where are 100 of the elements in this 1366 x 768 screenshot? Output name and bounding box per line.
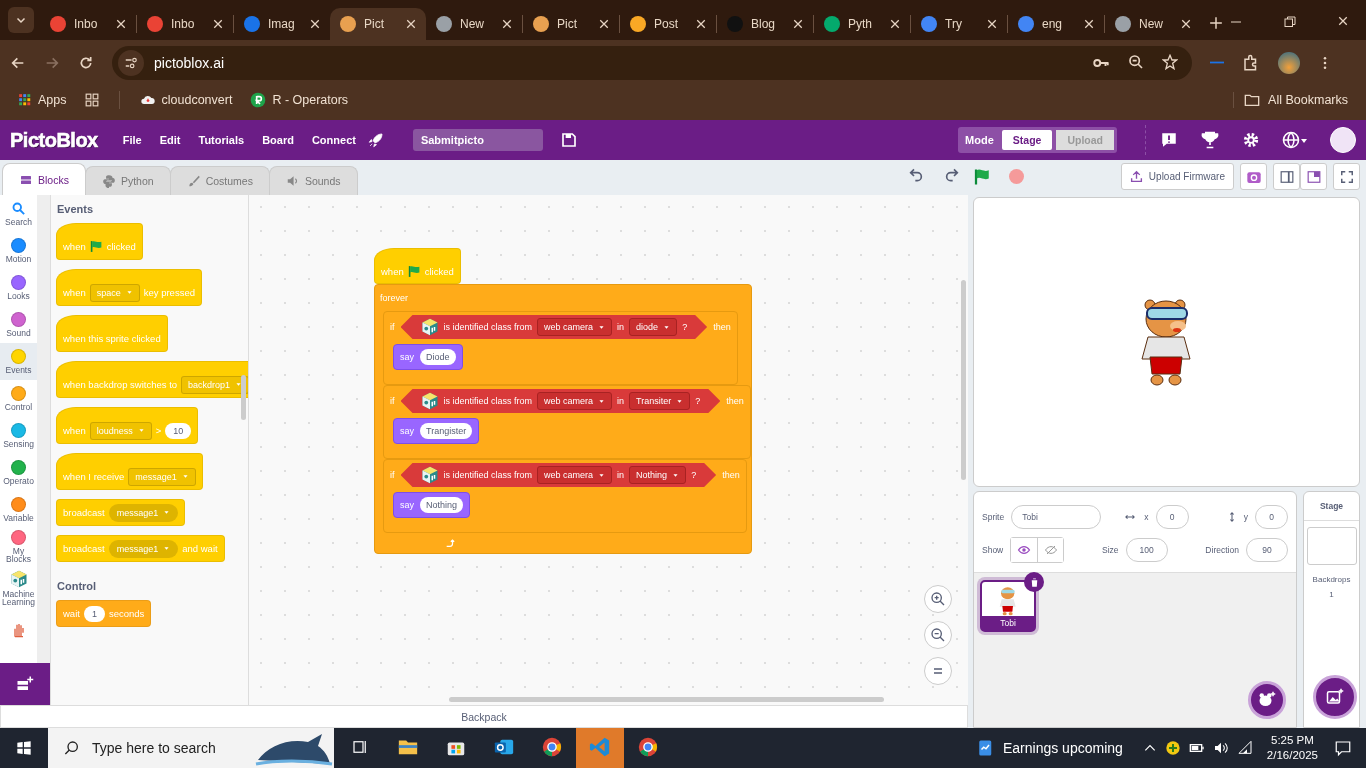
- block-label: say: [400, 352, 414, 362]
- block-dropdown[interactable]: web camera: [537, 466, 613, 484]
- add-backdrop-button[interactable]: [1313, 675, 1357, 719]
- block-dropdown[interactable]: web camera: [537, 318, 613, 336]
- browser-tab[interactable]: Pict: [330, 8, 426, 40]
- browser-tab[interactable]: Inbo: [137, 8, 233, 40]
- block-dropdown[interactable]: Nothing: [629, 466, 687, 484]
- category-item[interactable]: Control: [0, 380, 37, 417]
- close-icon: [116, 19, 126, 29]
- site-icon: [1115, 16, 1131, 32]
- text-input[interactable]: Diode: [420, 349, 456, 365]
- block-dropdown[interactable]: diode: [629, 318, 678, 336]
- zoom-reset-button[interactable]: [924, 657, 952, 685]
- zoom-out-icon: [930, 627, 946, 643]
- browser-tab[interactable]: Pyth: [814, 8, 910, 40]
- forever-block[interactable]: [374, 284, 752, 554]
- say-block[interactable]: say Diode: [393, 344, 463, 370]
- browser-tab[interactable]: New: [426, 8, 522, 40]
- browser-tab[interactable]: Inbo: [40, 8, 136, 40]
- say-block[interactable]: say Trangister: [393, 418, 480, 444]
- cube-icon: [420, 466, 439, 484]
- block-dropdown[interactable]: web camera: [537, 392, 613, 410]
- news-widget-text[interactable]: Earnings upcoming: [1002, 740, 1123, 756]
- browser-tab[interactable]: Try: [911, 8, 1007, 40]
- tab-list-button[interactable]: [8, 7, 34, 33]
- condition-block[interactable]: is identified class from web camera in Transiter ?: [400, 389, 721, 413]
- category-item[interactable]: Operato: [0, 454, 37, 491]
- large-stage-button[interactable]: [1300, 163, 1327, 190]
- add-sprite-button[interactable]: [1248, 681, 1286, 719]
- bookmark-link[interactable]: Apps: [38, 93, 67, 107]
- profile-avatar[interactable]: [1278, 51, 1300, 74]
- menu-item[interactable]: Tutorials: [191, 130, 252, 150]
- close-icon: [213, 19, 223, 29]
- number-input[interactable]: 10: [165, 422, 192, 439]
- backpack-bar[interactable]: Backpack: [0, 705, 968, 728]
- menu-item[interactable]: Connect: [304, 130, 363, 150]
- grid-icon: [84, 93, 99, 107]
- say-block[interactable]: say Nothing: [393, 492, 471, 518]
- condition-block[interactable]: is identified class from web camera in Nothing ?: [400, 463, 717, 487]
- browser-tab[interactable]: eng: [1008, 8, 1104, 40]
- browser-tab[interactable]: Blog: [717, 8, 813, 40]
- cube-icon: [9, 569, 28, 588]
- scrollbar[interactable]: [449, 697, 884, 702]
- category-item[interactable]: My Blocks: [0, 528, 37, 565]
- user-avatar[interactable]: [1330, 127, 1356, 153]
- if-block[interactable]: if is identified class from web camera in Transiter ? then say Trangister: [383, 385, 751, 459]
- number-input[interactable]: 1: [83, 605, 105, 622]
- site-icon: [727, 16, 743, 32]
- editor-tab[interactable]: Blocks: [2, 163, 86, 195]
- small-stage-button[interactable]: [1273, 163, 1300, 190]
- browser-tab[interactable]: New: [1105, 8, 1201, 40]
- wifi-icon: [1236, 740, 1253, 756]
- if-block[interactable]: if is identified class from web camera in Nothing ? then say Nothing: [383, 459, 747, 533]
- stack-block[interactable]: wait 1 seconds: [56, 600, 152, 627]
- stage-panel[interactable]: Stage Backdrops 1: [1303, 491, 1360, 728]
- zoom-out-button[interactable]: [924, 621, 952, 649]
- text-input[interactable]: Trangister: [420, 423, 473, 439]
- category-item[interactable]: Events: [0, 343, 37, 380]
- delete-button[interactable]: [1024, 572, 1044, 592]
- blocks-icon: [19, 173, 33, 186]
- equals-icon: [932, 665, 944, 677]
- address-bar[interactable]: pictoblox.ai: [112, 45, 1192, 80]
- browser-tab[interactable]: Imag: [234, 8, 330, 40]
- category-item[interactable]: Looks: [0, 269, 37, 306]
- browser-tab[interactable]: Post: [620, 8, 716, 40]
- taskbar-search-field[interactable]: Type here to search: [48, 728, 334, 768]
- project-name-field[interactable]: Sabmitpicto: [412, 129, 543, 151]
- add-extension-button[interactable]: [0, 663, 50, 705]
- mode-option[interactable]: Stage: [1001, 130, 1053, 150]
- category-item[interactable]: Motion: [0, 232, 37, 269]
- upload-firmware-button[interactable]: Upload Firmware: [1120, 163, 1234, 190]
- field-label: Direction: [1205, 544, 1239, 555]
- bookmark-link[interactable]: cloudconvert: [161, 93, 233, 107]
- category-item[interactable]: Machine Learning: [0, 565, 37, 611]
- category-item[interactable]: Sensing: [0, 417, 37, 454]
- backdrop-thumbnail[interactable]: [1306, 527, 1357, 565]
- scrollbar[interactable]: [961, 280, 966, 480]
- text-input[interactable]: Nothing: [420, 497, 464, 513]
- if-block[interactable]: if is identified class from web camera in diode ? then say Diode: [383, 311, 738, 385]
- category-item[interactable]: Search: [0, 195, 37, 232]
- block-dropdown[interactable]: Transiter: [629, 392, 691, 410]
- backdrops-label: Backdrops: [1312, 575, 1351, 584]
- layout-icon: [1279, 169, 1294, 184]
- all-bookmarks-link[interactable]: All Bookmarks: [1268, 93, 1348, 107]
- menu-item[interactable]: File: [115, 130, 149, 150]
- camera-button[interactable]: [1240, 163, 1267, 190]
- sprite-tile[interactable]: Tobi: [980, 580, 1036, 632]
- category-item[interactable]: Sound: [0, 306, 37, 343]
- category-item[interactable]: Variable: [0, 491, 37, 528]
- fullscreen-button[interactable]: [1333, 163, 1360, 190]
- condition-block[interactable]: is identified class from web camera in diode ?: [400, 315, 708, 339]
- menu-item[interactable]: Board: [255, 130, 301, 150]
- scrollbar[interactable]: [241, 375, 246, 420]
- caret-icon: [137, 428, 145, 433]
- zoom-in-button[interactable]: [924, 585, 952, 613]
- browser-tab[interactable]: Pict: [523, 8, 619, 40]
- menu-item[interactable]: Edit: [152, 130, 188, 150]
- hat-block[interactable]: when loudness > 10: [56, 407, 199, 444]
- bookmark-link[interactable]: R - Operators: [272, 93, 349, 107]
- r-logo-icon: [250, 92, 267, 108]
